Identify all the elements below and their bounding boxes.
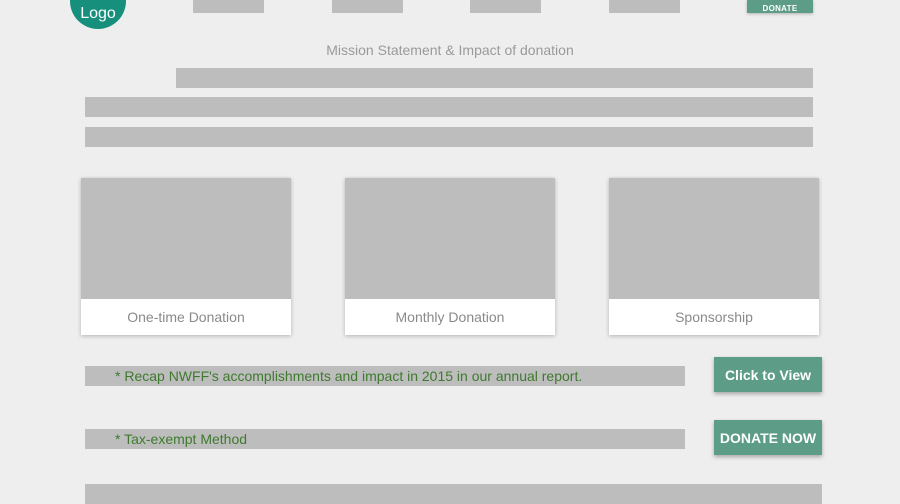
card-image-placeholder [609, 178, 819, 299]
mission-text-placeholder-2 [85, 97, 813, 117]
nav-item-1[interactable] [193, 0, 264, 13]
header-donate-label: DONATE [762, 4, 798, 13]
tax-exempt-note: * Tax-exempt Method [85, 429, 685, 449]
bottom-text-placeholder [85, 484, 822, 504]
donate-now-button[interactable]: DONATE NOW [714, 420, 822, 455]
logo[interactable]: Logo [70, 0, 126, 29]
header-donate-button[interactable]: DONATE [747, 0, 813, 13]
mission-text-placeholder-1 [176, 68, 813, 88]
card-label: One-time Donation [127, 309, 245, 325]
nav-item-3[interactable] [470, 0, 541, 13]
mission-heading: Mission Statement & Impact of donation [326, 42, 574, 58]
card-label: Monthly Donation [395, 309, 505, 325]
mission-text-placeholder-3 [85, 127, 813, 147]
card-image-placeholder [81, 178, 291, 299]
card-sponsorship[interactable]: Sponsorship [609, 178, 819, 335]
annual-report-note: * Recap NWFF's accomplishments and impac… [85, 366, 685, 386]
card-label: Sponsorship [675, 309, 753, 325]
card-image-placeholder [345, 178, 555, 299]
nav-item-4[interactable] [609, 0, 680, 13]
logo-text: Logo [80, 5, 116, 22]
card-monthly-donation[interactable]: Monthly Donation [345, 178, 555, 335]
click-to-view-button[interactable]: Click to View [714, 357, 822, 392]
card-one-time-donation[interactable]: One-time Donation [81, 178, 291, 335]
nav-item-2[interactable] [332, 0, 403, 13]
